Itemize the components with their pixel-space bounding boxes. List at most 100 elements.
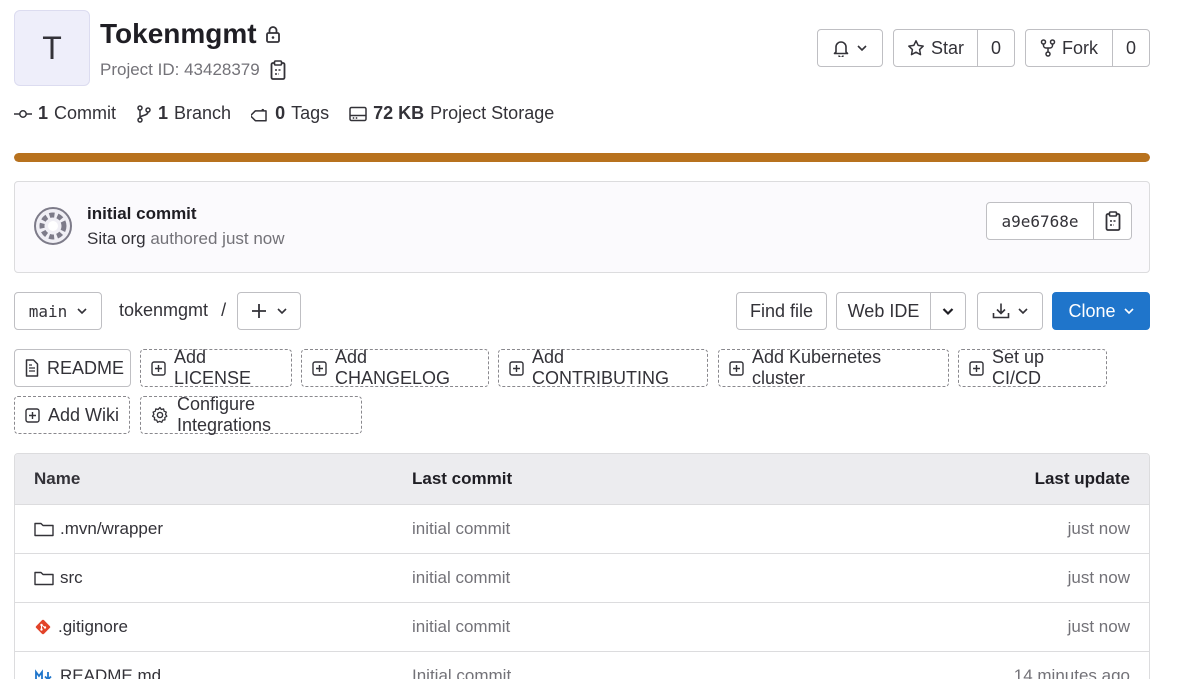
branch-selector[interactable]: main bbox=[14, 292, 102, 330]
last-update-cell: 14 minutes ago bbox=[1013, 666, 1130, 679]
add-wiki-button[interactable]: Add Wiki bbox=[14, 396, 130, 434]
star-icon bbox=[907, 39, 925, 57]
storage-link[interactable]: 72 KB Project Storage bbox=[349, 103, 554, 124]
readme-label: README bbox=[47, 357, 125, 378]
notification-dropdown[interactable] bbox=[817, 29, 883, 67]
commits-count: 1 bbox=[38, 103, 49, 123]
file-name[interactable]: README.md bbox=[60, 666, 161, 679]
tags-link[interactable]: 0 Tags bbox=[251, 103, 329, 124]
last-commit-cell[interactable]: Initial commit bbox=[412, 652, 511, 679]
web-ide-button-group[interactable]: Web IDE bbox=[836, 292, 966, 330]
folder-icon bbox=[34, 570, 54, 586]
fork-button[interactable]: Fork bbox=[1026, 30, 1112, 66]
column-header-last-update: Last update bbox=[1034, 469, 1130, 488]
file-table: Name Last commit Last update .mvn/wrappe… bbox=[14, 453, 1150, 679]
copy-sha-button[interactable] bbox=[1093, 203, 1131, 239]
project-id-label: Project ID: 43428379 bbox=[100, 60, 260, 79]
table-row[interactable]: .gitignore initial commit just now bbox=[15, 603, 1149, 652]
set-up-ci-cd-label: Set up CI/CD bbox=[992, 347, 1045, 388]
download-dropdown[interactable] bbox=[977, 292, 1043, 330]
file-name-cell[interactable]: README.md bbox=[34, 652, 161, 679]
project-stats: 1 Commit 1 Branch 0 Tags 72 KB Project S… bbox=[14, 103, 554, 124]
chevron-down-icon bbox=[77, 307, 87, 315]
chevron-down-icon bbox=[942, 307, 954, 316]
chevron-down-icon bbox=[1018, 307, 1028, 315]
copy-icon bbox=[1105, 211, 1121, 231]
clone-label: Clone bbox=[1068, 300, 1116, 321]
branches-link[interactable]: 1 Branch bbox=[136, 103, 231, 124]
fork-button-group[interactable]: Fork 0 bbox=[1025, 29, 1150, 67]
lock-icon bbox=[265, 25, 281, 43]
add-to-tree-dropdown[interactable] bbox=[237, 292, 301, 330]
commit-author-line: Sita org authored just now bbox=[87, 229, 285, 249]
branches-count: 1 bbox=[158, 103, 169, 123]
add-changelog-button[interactable]: Add CHANGELOG bbox=[301, 347, 489, 388]
chevron-down-icon bbox=[277, 307, 287, 315]
find-file-button[interactable]: Find file bbox=[736, 292, 827, 330]
file-name-cell[interactable]: .mvn/wrapper bbox=[34, 505, 163, 553]
find-file-label: Find file bbox=[749, 300, 814, 321]
add-contributing-button[interactable]: Add CONTRIBUTING bbox=[498, 347, 708, 388]
star-label: Star bbox=[930, 37, 964, 58]
storage-usage-fill bbox=[14, 153, 1150, 162]
commit-sha[interactable]: a9e6768e bbox=[987, 203, 1093, 239]
column-header-last-commit: Last commit bbox=[412, 469, 513, 488]
star-button[interactable]: Star bbox=[894, 30, 977, 66]
commit-author[interactable]: Sita org bbox=[87, 229, 146, 248]
commit-message[interactable]: initial commit bbox=[87, 204, 197, 224]
file-name-cell[interactable]: .gitignore bbox=[34, 603, 128, 651]
last-commit-cell[interactable]: initial commit bbox=[412, 505, 510, 553]
table-row[interactable]: src initial commit just now bbox=[15, 554, 1149, 603]
commits-label: Commit bbox=[54, 103, 117, 123]
last-commit-cell[interactable]: initial commit bbox=[412, 554, 510, 602]
commits-link[interactable]: 1 Commit bbox=[14, 103, 116, 124]
add-wiki-label: Add Wiki bbox=[48, 404, 120, 425]
project-title: Tokenmgmt bbox=[100, 18, 281, 50]
web-ide-button[interactable]: Web IDE bbox=[837, 293, 930, 329]
table-row[interactable]: README.md Initial commit 14 minutes ago bbox=[15, 652, 1149, 679]
gear-icon bbox=[151, 406, 169, 424]
readme-button[interactable]: README bbox=[14, 349, 131, 387]
add-changelog-label: Add CHANGELOG bbox=[335, 347, 451, 388]
plus-square-icon bbox=[969, 360, 984, 376]
git-icon bbox=[34, 618, 52, 636]
plus-icon bbox=[251, 303, 267, 319]
breadcrumb-project[interactable]: tokenmgmt bbox=[119, 300, 208, 320]
table-header: Name Last commit Last update bbox=[15, 454, 1149, 505]
web-ide-dropdown-toggle[interactable] bbox=[930, 293, 965, 329]
add-kubernetes-cluster-label: Add Kubernetes cluster bbox=[752, 347, 882, 388]
add-contributing-label: Add CONTRIBUTING bbox=[532, 347, 669, 388]
bell-icon bbox=[833, 39, 849, 57]
plus-square-icon bbox=[729, 360, 744, 376]
copy-project-id-icon[interactable] bbox=[270, 60, 286, 80]
commit-sha-group: a9e6768e bbox=[986, 202, 1132, 240]
download-icon bbox=[992, 302, 1010, 320]
project-name: Tokenmgmt bbox=[100, 18, 257, 49]
star-button-group[interactable]: Star 0 bbox=[893, 29, 1015, 67]
branch-icon bbox=[136, 104, 152, 123]
commit-time: authored just now bbox=[150, 229, 285, 248]
configure-integrations-button[interactable]: Configure Integrations bbox=[140, 394, 362, 435]
table-row[interactable]: .mvn/wrapper initial commit just now bbox=[15, 505, 1149, 554]
fork-count[interactable]: 0 bbox=[1112, 30, 1149, 66]
tags-count: 0 bbox=[275, 103, 286, 123]
add-license-button[interactable]: Add LICENSE bbox=[140, 347, 292, 388]
file-name[interactable]: .gitignore bbox=[58, 617, 128, 637]
add-kubernetes-cluster-button[interactable]: Add Kubernetes cluster bbox=[718, 347, 949, 388]
fork-count-value: 0 bbox=[1125, 37, 1136, 58]
star-count[interactable]: 0 bbox=[977, 30, 1014, 66]
project-avatar-letter: T bbox=[42, 29, 62, 66]
file-name[interactable]: .mvn/wrapper bbox=[60, 519, 163, 539]
plus-square-icon bbox=[151, 360, 166, 376]
last-commit-cell[interactable]: initial commit bbox=[412, 603, 510, 651]
clone-dropdown-button[interactable]: Clone bbox=[1052, 292, 1150, 330]
star-count-value: 0 bbox=[990, 37, 1001, 58]
branch-name: main bbox=[28, 301, 68, 321]
file-name[interactable]: src bbox=[60, 568, 83, 588]
chevron-down-icon bbox=[857, 44, 867, 52]
column-header-name: Name bbox=[34, 469, 81, 488]
web-ide-label: Web IDE bbox=[847, 300, 920, 321]
author-avatar[interactable] bbox=[33, 206, 73, 246]
set-up-ci-cd-button[interactable]: Set up CI/CD bbox=[958, 347, 1107, 388]
file-name-cell[interactable]: src bbox=[34, 554, 83, 602]
